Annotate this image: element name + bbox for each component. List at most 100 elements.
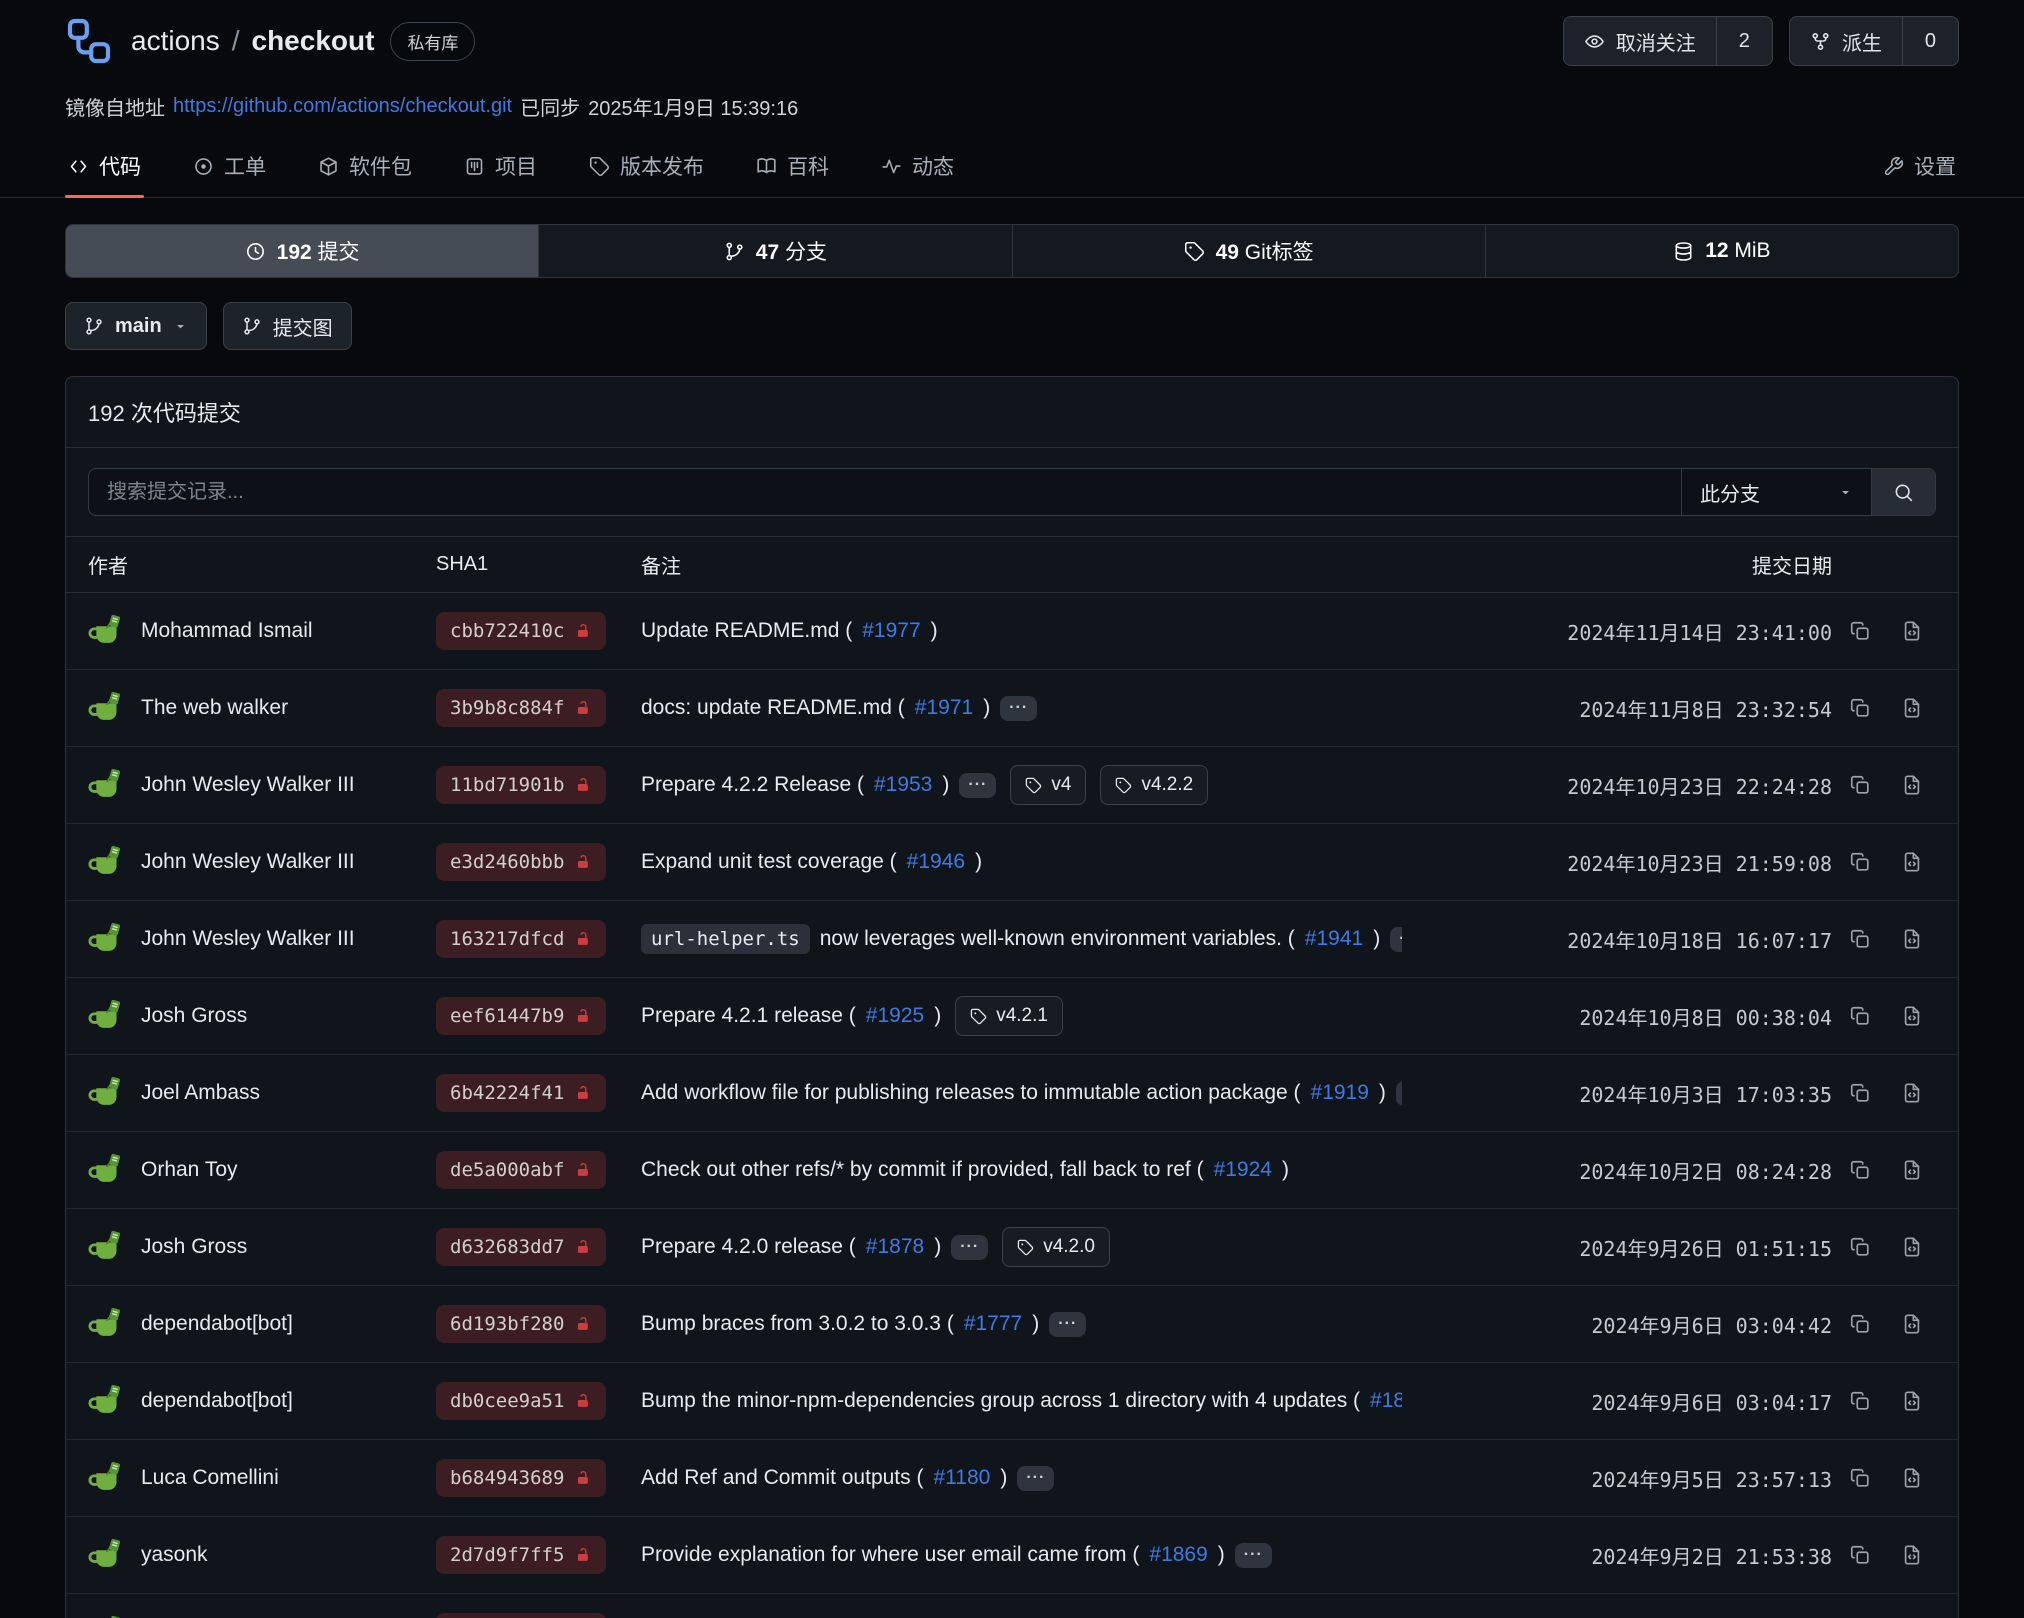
tab-tag[interactable]: 版本发布: [586, 141, 707, 197]
copy-sha-button[interactable]: [1832, 774, 1888, 796]
commit-author[interactable]: yasonk: [88, 1536, 436, 1574]
view-file-at-commit-button[interactable]: [1888, 1159, 1936, 1181]
sha-badge[interactable]: 2d7d9f7ff5: [436, 1536, 606, 1574]
commit-author[interactable]: The web walker: [88, 689, 436, 727]
branch-filter-dropdown[interactable]: 此分支: [1681, 469, 1871, 515]
sha-badge[interactable]: 3b9b8c884f: [436, 689, 606, 727]
issue-link[interactable]: #1180: [933, 1466, 990, 1490]
copy-sha-button[interactable]: [1832, 1544, 1888, 1566]
sha-badge[interactable]: d632683dd7: [436, 1228, 606, 1266]
issue-link[interactable]: #1878: [866, 1235, 924, 1259]
issue-link[interactable]: #1919: [1311, 1081, 1369, 1105]
issue-link[interactable]: #1872: [1370, 1389, 1402, 1413]
issue-link[interactable]: #1924: [1214, 1158, 1272, 1182]
copy-sha-button[interactable]: [1832, 1313, 1888, 1335]
sha-badge[interactable]: e3d2460bbb: [436, 843, 606, 881]
commit-author[interactable]: John Wesley Walker III: [88, 766, 436, 804]
commit-author[interactable]: John Wesley Walker III: [88, 920, 436, 958]
copy-sha-button[interactable]: [1832, 851, 1888, 873]
commit-author[interactable]: dependabot[bot]: [88, 1382, 436, 1420]
commit-author[interactable]: Josh Gross: [88, 997, 436, 1035]
commit-author[interactable]: Orhan Toy: [88, 1151, 436, 1189]
expand-commit-body-button[interactable]: ···: [1049, 1312, 1086, 1337]
unwatch-button[interactable]: 取消关注 2: [1563, 16, 1773, 66]
copy-sha-button[interactable]: [1832, 1390, 1888, 1412]
copy-sha-button[interactable]: [1832, 1005, 1888, 1027]
copy-sha-button[interactable]: [1832, 697, 1888, 719]
issue-link[interactable]: #1971: [915, 696, 973, 720]
tab-issue[interactable]: 工单: [190, 141, 269, 197]
copy-sha-button[interactable]: [1832, 1159, 1888, 1181]
copy-sha-button[interactable]: [1832, 1467, 1888, 1489]
breadcrumb-owner-link[interactable]: actions: [131, 25, 220, 57]
sha-badge[interactable]: 11bd71901b: [436, 766, 606, 804]
sha-badge[interactable]: de5a000abf: [436, 1151, 606, 1189]
sha-badge[interactable]: 6b42224f41: [436, 1074, 606, 1112]
fork-count[interactable]: 0: [1902, 17, 1958, 65]
copy-sha-button[interactable]: [1832, 620, 1888, 642]
copy-sha-button[interactable]: [1832, 928, 1888, 950]
sha-badge[interactable]: 6d193bf280: [436, 1305, 606, 1343]
tab-settings[interactable]: 设置: [1880, 141, 1959, 197]
sha-badge[interactable]: 9a9194f871: [436, 1613, 606, 1618]
branch-selector[interactable]: main: [65, 302, 207, 350]
stat-tag[interactable]: 49 Git标签: [1012, 225, 1485, 277]
sha-badge[interactable]: eef61447b9: [436, 997, 606, 1035]
expand-commit-body-button[interactable]: ···: [1000, 696, 1037, 721]
issue-link[interactable]: #1925: [866, 1004, 924, 1028]
expand-commit-body-button[interactable]: ···: [959, 773, 996, 798]
view-file-at-commit-button[interactable]: [1888, 697, 1936, 719]
watch-count[interactable]: 2: [1716, 17, 1772, 65]
issue-link[interactable]: #1777: [964, 1312, 1022, 1336]
expand-commit-body-button[interactable]: ···: [1235, 1543, 1272, 1568]
tab-package[interactable]: 软件包: [315, 141, 415, 197]
view-file-at-commit-button[interactable]: [1888, 1313, 1936, 1335]
copy-sha-button[interactable]: [1832, 1082, 1888, 1104]
fork-button[interactable]: 派生 0: [1789, 16, 1959, 66]
stat-branch[interactable]: 47 分支: [538, 225, 1011, 277]
tab-book[interactable]: 百科: [753, 141, 832, 197]
view-file-at-commit-button[interactable]: [1888, 1082, 1936, 1104]
stat-database[interactable]: 12 MiB: [1485, 225, 1958, 277]
commit-author[interactable]: Mohammad Ismail: [88, 612, 436, 650]
issue-link[interactable]: #1977: [862, 619, 920, 643]
expand-commit-body-button[interactable]: ···: [951, 1235, 988, 1260]
commit-search-input[interactable]: [89, 469, 1681, 515]
commit-author[interactable]: Josh Gross: [88, 1228, 436, 1266]
tag-chip[interactable]: v4: [1010, 765, 1086, 805]
search-button[interactable]: [1871, 469, 1935, 515]
view-file-at-commit-button[interactable]: [1888, 620, 1936, 642]
view-file-at-commit-button[interactable]: [1888, 1467, 1936, 1489]
tab-code[interactable]: 代码: [65, 141, 144, 197]
view-file-at-commit-button[interactable]: [1888, 774, 1936, 796]
issue-link[interactable]: #1946: [907, 850, 965, 874]
sha-badge[interactable]: 163217dfcd: [436, 920, 606, 958]
tag-chip[interactable]: v4.2.1: [955, 996, 1063, 1036]
view-file-at-commit-button[interactable]: [1888, 1544, 1936, 1566]
commit-author[interactable]: John Wesley Walker III: [88, 843, 436, 881]
breadcrumb-repo-link[interactable]: checkout: [252, 25, 375, 57]
mirror-url-link[interactable]: https://github.com/actions/checkout.git: [173, 95, 512, 118]
commit-author[interactable]: dependabot[bot]: [88, 1305, 436, 1343]
sha-badge[interactable]: b684943689: [436, 1459, 606, 1497]
tag-chip[interactable]: v4.2.0: [1002, 1227, 1110, 1267]
stat-history[interactable]: 192 提交: [66, 225, 538, 277]
issue-link[interactable]: #1869: [1149, 1543, 1207, 1567]
view-file-at-commit-button[interactable]: [1888, 851, 1936, 873]
tab-project[interactable]: 项目: [461, 141, 540, 197]
expand-commit-body-button[interactable]: ···: [1390, 927, 1402, 952]
sha-badge[interactable]: db0cee9a51: [436, 1382, 606, 1420]
commit-author[interactable]: Luca Comellini: [88, 1459, 436, 1497]
commit-graph-button[interactable]: 提交图: [223, 302, 352, 350]
view-file-at-commit-button[interactable]: [1888, 928, 1936, 950]
copy-sha-button[interactable]: [1832, 1236, 1888, 1258]
view-file-at-commit-button[interactable]: [1888, 1390, 1936, 1412]
commit-author[interactable]: Joel Ambass: [88, 1074, 436, 1112]
tab-activity[interactable]: 动态: [878, 141, 957, 197]
view-file-at-commit-button[interactable]: [1888, 1236, 1936, 1258]
tag-chip[interactable]: v4.2.2: [1100, 765, 1208, 805]
sha-badge[interactable]: cbb722410c: [436, 612, 606, 650]
issue-link[interactable]: #1941: [1305, 927, 1363, 951]
expand-commit-body-button[interactable]: ···: [1017, 1466, 1054, 1491]
view-file-at-commit-button[interactable]: [1888, 1005, 1936, 1027]
